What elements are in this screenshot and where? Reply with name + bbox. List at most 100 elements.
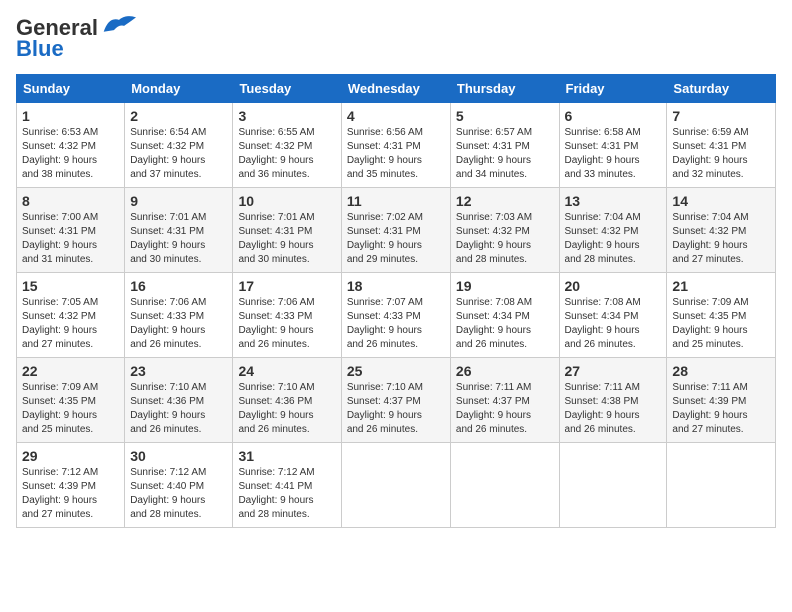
day-cell: 22Sunrise: 7:09 AMSunset: 4:35 PMDayligh… — [17, 358, 125, 443]
day-cell — [667, 443, 776, 528]
day-cell: 4Sunrise: 6:56 AMSunset: 4:31 PMDaylight… — [341, 103, 450, 188]
day-number: 5 — [456, 108, 554, 124]
day-number: 22 — [22, 363, 119, 379]
day-cell: 28Sunrise: 7:11 AMSunset: 4:39 PMDayligh… — [667, 358, 776, 443]
day-cell: 15 Sunrise: 7:05 AMSunset: 4:32 PMDayligh… — [17, 273, 125, 358]
day-info: Sunrise: 7:00 AMSunset: 4:31 PMDaylight:… — [22, 211, 119, 267]
day-cell — [450, 443, 559, 528]
day-info: Sunrise: 7:04 AMSunset: 4:32 PMDaylight:… — [565, 211, 662, 267]
day-cell: 5 Sunrise: 6:57 AMSunset: 4:31 PMDaylight… — [450, 103, 559, 188]
day-cell: 8 Sunrise: 7:00 AMSunset: 4:31 PMDaylight… — [17, 188, 125, 273]
day-info: Sunrise: 7:01 AMSunset: 4:31 PMDaylight:… — [238, 211, 335, 267]
day-info: Sunrise: 7:10 AMSunset: 4:36 PMDaylight:… — [238, 381, 335, 437]
day-info: Sunrise: 7:04 AMSunset: 4:32 PMDaylight:… — [672, 211, 770, 267]
day-cell: 16 Sunrise: 7:06 AMSunset: 4:33 PMDayligh… — [125, 273, 233, 358]
day-cell: 29 Sunrise: 7:12 AMSunset: 4:39 PMDayligh… — [17, 443, 125, 528]
day-number: 13 — [565, 193, 662, 209]
day-cell: 17Sunrise: 7:06 AMSunset: 4:33 PMDayligh… — [233, 273, 341, 358]
day-number: 11 — [347, 193, 445, 209]
day-number: 24 — [238, 363, 335, 379]
day-number: 14 — [672, 193, 770, 209]
logo-blue-text: Blue — [16, 36, 64, 62]
day-cell: 30Sunrise: 7:12 AMSunset: 4:40 PMDayligh… — [125, 443, 233, 528]
day-cell: 19 Sunrise: 7:08 AMSunset: 4:34 PMDayligh… — [450, 273, 559, 358]
day-cell: 9 Sunrise: 7:01 AMSunset: 4:31 PMDaylight… — [125, 188, 233, 273]
calendar-table: SundayMondayTuesdayWednesdayThursdayFrid… — [16, 74, 776, 528]
day-cell: 12 Sunrise: 7:03 AMSunset: 4:32 PMDayligh… — [450, 188, 559, 273]
day-info: Sunrise: 7:08 AMSunset: 4:34 PMDaylight:… — [565, 296, 662, 352]
day-cell: 11 Sunrise: 7:02 AMSunset: 4:31 PMDayligh… — [341, 188, 450, 273]
day-info: Sunrise: 7:11 AMSunset: 4:38 PMDaylight:… — [565, 381, 662, 437]
day-cell — [341, 443, 450, 528]
column-header-thursday: Thursday — [450, 75, 559, 103]
day-cell: 2Sunrise: 6:54 AMSunset: 4:32 PMDaylight… — [125, 103, 233, 188]
day-cell: 6 Sunrise: 6:58 AMSunset: 4:31 PMDaylight… — [559, 103, 667, 188]
day-number: 3 — [238, 108, 335, 124]
day-number: 21 — [672, 278, 770, 294]
day-number: 29 — [22, 448, 119, 464]
day-cell: 26Sunrise: 7:11 AMSunset: 4:37 PMDayligh… — [450, 358, 559, 443]
day-cell: 10 Sunrise: 7:01 AMSunset: 4:31 PMDayligh… — [233, 188, 341, 273]
week-row-5: 29 Sunrise: 7:12 AMSunset: 4:39 PMDayligh… — [17, 443, 776, 528]
day-info: Sunrise: 7:11 AMSunset: 4:39 PMDaylight:… — [672, 381, 770, 437]
day-number: 12 — [456, 193, 554, 209]
week-row-4: 22Sunrise: 7:09 AMSunset: 4:35 PMDayligh… — [17, 358, 776, 443]
day-number: 8 — [22, 193, 119, 209]
day-number: 20 — [565, 278, 662, 294]
day-info: Sunrise: 6:57 AMSunset: 4:31 PMDaylight:… — [456, 126, 554, 182]
day-cell: 3 Sunrise: 6:55 AMSunset: 4:32 PMDaylight… — [233, 103, 341, 188]
day-info: Sunrise: 7:12 AMSunset: 4:41 PMDaylight:… — [238, 466, 335, 522]
calendar-header-row: SundayMondayTuesdayWednesdayThursdayFrid… — [17, 75, 776, 103]
day-number: 31 — [238, 448, 335, 464]
day-number: 10 — [238, 193, 335, 209]
day-info: Sunrise: 7:06 AMSunset: 4:33 PMDaylight:… — [238, 296, 335, 352]
column-header-saturday: Saturday — [667, 75, 776, 103]
week-row-3: 15 Sunrise: 7:05 AMSunset: 4:32 PMDayligh… — [17, 273, 776, 358]
day-number: 23 — [130, 363, 227, 379]
column-header-sunday: Sunday — [17, 75, 125, 103]
day-info: Sunrise: 7:06 AMSunset: 4:33 PMDaylight:… — [130, 296, 227, 352]
column-header-monday: Monday — [125, 75, 233, 103]
day-cell: 14 Sunrise: 7:04 AMSunset: 4:32 PMDayligh… — [667, 188, 776, 273]
day-cell: 13 Sunrise: 7:04 AMSunset: 4:32 PMDayligh… — [559, 188, 667, 273]
week-row-1: 1 Sunrise: 6:53 AMSunset: 4:32 PMDaylight… — [17, 103, 776, 188]
day-number: 26 — [456, 363, 554, 379]
day-info: Sunrise: 7:02 AMSunset: 4:31 PMDaylight:… — [347, 211, 445, 267]
day-number: 19 — [456, 278, 554, 294]
day-info: Sunrise: 6:54 AMSunset: 4:32 PMDaylight:… — [130, 126, 227, 182]
day-number: 6 — [565, 108, 662, 124]
column-header-tuesday: Tuesday — [233, 75, 341, 103]
day-info: Sunrise: 7:09 AMSunset: 4:35 PMDaylight:… — [672, 296, 770, 352]
week-row-2: 8 Sunrise: 7:00 AMSunset: 4:31 PMDaylight… — [17, 188, 776, 273]
day-number: 1 — [22, 108, 119, 124]
day-info: Sunrise: 7:03 AMSunset: 4:32 PMDaylight:… — [456, 211, 554, 267]
column-header-friday: Friday — [559, 75, 667, 103]
day-info: Sunrise: 7:10 AMSunset: 4:37 PMDaylight:… — [347, 381, 445, 437]
day-info: Sunrise: 6:55 AMSunset: 4:32 PMDaylight:… — [238, 126, 335, 182]
day-cell: 24 Sunrise: 7:10 AMSunset: 4:36 PMDayligh… — [233, 358, 341, 443]
day-cell: 27 Sunrise: 7:11 AMSunset: 4:38 PMDayligh… — [559, 358, 667, 443]
day-number: 9 — [130, 193, 227, 209]
day-cell: 23Sunrise: 7:10 AMSunset: 4:36 PMDayligh… — [125, 358, 233, 443]
day-cell: 20 Sunrise: 7:08 AMSunset: 4:34 PMDayligh… — [559, 273, 667, 358]
day-cell — [559, 443, 667, 528]
page-header: General Blue — [16, 16, 776, 62]
day-info: Sunrise: 7:12 AMSunset: 4:39 PMDaylight:… — [22, 466, 119, 522]
day-cell: 31 Sunrise: 7:12 AMSunset: 4:41 PMDayligh… — [233, 443, 341, 528]
day-info: Sunrise: 7:08 AMSunset: 4:34 PMDaylight:… — [456, 296, 554, 352]
day-info: Sunrise: 7:01 AMSunset: 4:31 PMDaylight:… — [130, 211, 227, 267]
day-number: 16 — [130, 278, 227, 294]
day-cell: 1 Sunrise: 6:53 AMSunset: 4:32 PMDaylight… — [17, 103, 125, 188]
day-number: 25 — [347, 363, 445, 379]
day-number: 30 — [130, 448, 227, 464]
day-cell: 25 Sunrise: 7:10 AMSunset: 4:37 PMDayligh… — [341, 358, 450, 443]
day-info: Sunrise: 6:53 AMSunset: 4:32 PMDaylight:… — [22, 126, 119, 182]
day-cell: 18Sunrise: 7:07 AMSunset: 4:33 PMDayligh… — [341, 273, 450, 358]
day-info: Sunrise: 7:05 AMSunset: 4:32 PMDaylight:… — [22, 296, 119, 352]
day-number: 27 — [565, 363, 662, 379]
day-number: 15 — [22, 278, 119, 294]
column-header-wednesday: Wednesday — [341, 75, 450, 103]
day-cell: 21 Sunrise: 7:09 AMSunset: 4:35 PMDayligh… — [667, 273, 776, 358]
day-info: Sunrise: 6:56 AMSunset: 4:31 PMDaylight:… — [347, 126, 445, 182]
day-info: Sunrise: 6:58 AMSunset: 4:31 PMDaylight:… — [565, 126, 662, 182]
